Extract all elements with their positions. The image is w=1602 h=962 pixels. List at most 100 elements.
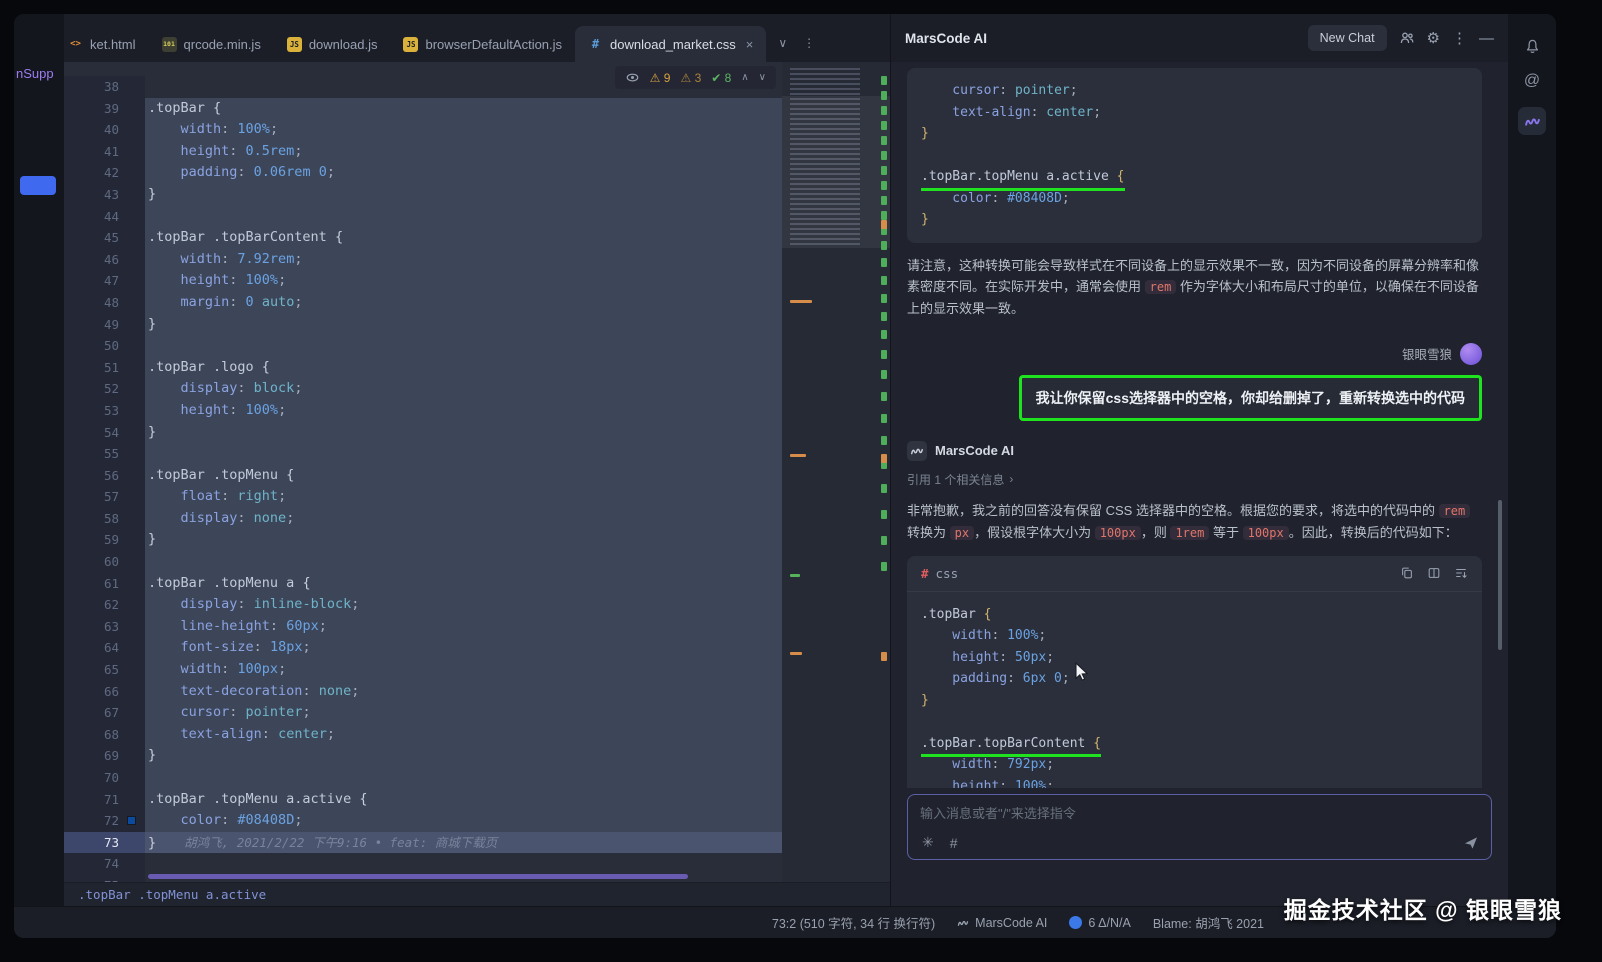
warnings-count[interactable]: ⚠ 9 [650, 71, 671, 85]
code-line-39[interactable]: 39.topBar { [64, 98, 782, 120]
assistant-note-paragraph: 请注意，这种转换可能会导致样式在不同设备上的显示效果不一致，因为不同设备的屏幕分… [907, 255, 1482, 319]
insert-code-icon[interactable] [1454, 566, 1468, 580]
code-line-46[interactable]: 46 width: 7.92rem; [64, 249, 782, 271]
command-icon[interactable]: ✳ [922, 834, 934, 851]
user-avatar [1460, 343, 1482, 365]
tab-qrcode.min.js[interactable]: 101qrcode.min.js [149, 26, 274, 62]
marscode-ai-panel: MarsCode AI New Chat ⚙ ⋮ — cursor: p [890, 14, 1508, 906]
code-line-59[interactable]: 59} [64, 529, 782, 551]
code-line-72[interactable]: 72 color: #08408D; [64, 810, 782, 832]
weak-warnings-count[interactable]: ⚠ 3 [680, 71, 701, 85]
code-line-40[interactable]: 40 width: 100%; [64, 119, 782, 141]
code-line-48[interactable]: 48 margin: 0 auto; [64, 292, 782, 314]
left-strip-label[interactable]: nSupp [16, 66, 62, 81]
code-line-41[interactable]: 41 height: 0.5rem; [64, 141, 782, 163]
tab-list-chevron-down-icon[interactable]: ∨ [778, 36, 787, 50]
code-line-54[interactable]: 54} [64, 422, 782, 444]
chat-panel-title: MarsCode AI [905, 31, 987, 46]
check-icon: ✔ [711, 71, 721, 85]
code-line-55[interactable]: 55 [64, 443, 782, 465]
tab-download_market.css[interactable]: #download_market.css× [575, 26, 766, 62]
chat-panel-header: MarsCode AI New Chat ⚙ ⋮ — [891, 14, 1508, 62]
left-strip-active-indicator[interactable] [20, 176, 56, 195]
code-line-53[interactable]: 53 height: 100%; [64, 400, 782, 422]
code-line-51[interactable]: 51.topBar .logo { [64, 357, 782, 379]
code-line-66[interactable]: 66 text-decoration: none; [64, 681, 782, 703]
breadcrumb[interactable]: .topBar .topMenu a.active [64, 882, 890, 906]
minjs-file-icon: 101 [162, 37, 177, 52]
minimize-icon[interactable]: — [1479, 31, 1494, 46]
more-kebab-icon[interactable]: ⋮ [1452, 31, 1467, 46]
prev-issue-chevron-up-icon[interactable]: ∧ [741, 72, 748, 83]
code-line-73[interactable]: 73}胡鸿飞, 2021/2/22 下午9:16 • feat: 商城下载页 [64, 832, 782, 854]
chat-code-top-lines: cursor: pointer; text-align: center;}.to… [907, 68, 1482, 243]
send-icon[interactable] [1463, 835, 1479, 851]
code-line-61[interactable]: 61.topBar .topMenu a { [64, 573, 782, 595]
horizontal-scrollbar[interactable] [148, 874, 688, 879]
tab-options-kebab-icon[interactable]: ⋮ [803, 36, 815, 50]
code-line-70[interactable]: 70 [64, 767, 782, 789]
status-changes[interactable]: 6 Δ/N/A [1069, 916, 1130, 930]
code-editor[interactable]: 3839.topBar {40 width: 100%;41 height: 0… [64, 62, 782, 882]
chat-input[interactable] [920, 806, 1395, 821]
tab-browserDefaultAction.js[interactable]: JSbrowserDefaultAction.js [390, 26, 575, 62]
minimap-viewport[interactable] [782, 96, 890, 248]
changes-icon [1069, 916, 1082, 929]
close-tab-icon[interactable]: × [746, 37, 754, 52]
notifications-bell-icon[interactable] [1524, 38, 1541, 55]
code-line-62[interactable]: 62 display: inline-block; [64, 594, 782, 616]
inspections-widget[interactable]: ⚠ 9 ⚠ 3 ✔ 8 ∧ ∨ [615, 66, 776, 89]
status-marscode[interactable]: MarsCode AI [957, 916, 1047, 930]
code-line-47[interactable]: 47 height: 100%; [64, 270, 782, 292]
warning-icon: ⚠ [650, 71, 661, 85]
assistant-name: MarsCode AI [935, 443, 1014, 458]
code-line-67[interactable]: 67 cursor: pointer; [64, 702, 782, 724]
code-line-44[interactable]: 44 [64, 206, 782, 228]
context-hash-icon[interactable]: # [950, 835, 958, 851]
chat-code-bottom-lines: .topBar { width: 100%; height: 50px; pad… [907, 592, 1482, 789]
caret-position[interactable]: 73:2 (510 字符, 34 行 换行符) [772, 913, 935, 932]
share-users-icon[interactable] [1399, 30, 1415, 46]
code-line-71[interactable]: 71.topBar .topMenu a.active { [64, 789, 782, 811]
editor-body: 3839.topBar {40 width: 100%;41 height: 0… [64, 62, 890, 882]
next-issue-chevron-down-icon[interactable]: ∨ [759, 72, 766, 83]
chat-messages: cursor: pointer; text-align: center;}.to… [891, 62, 1508, 788]
code-line-58[interactable]: 58 display: none; [64, 508, 782, 530]
chat-code-block-top: cursor: pointer; text-align: center;}.to… [907, 68, 1482, 243]
tab-download.js[interactable]: JSdownload.js [274, 26, 391, 62]
code-line-50[interactable]: 50 [64, 335, 782, 357]
color-swatch[interactable] [127, 816, 136, 825]
code-line-60[interactable]: 60 [64, 551, 782, 573]
code-line-43[interactable]: 43} [64, 184, 782, 206]
reference-toggle[interactable]: 引用 1 个相关信息 › [907, 471, 1482, 488]
ide-window: nSupp <>ket.html101qrcode.min.jsJSdownlo… [14, 14, 1556, 938]
highlighting-eye-icon[interactable] [625, 70, 640, 85]
code-line-74[interactable]: 74 [64, 853, 782, 875]
code-line-63[interactable]: 63 line-height: 60px; [64, 616, 782, 638]
code-line-64[interactable]: 64 font-size: 18px; [64, 637, 782, 659]
assistant-message-header: MarsCode AI [907, 441, 1482, 461]
html-file-icon: <> [68, 37, 83, 52]
code-line-49[interactable]: 49} [64, 314, 782, 336]
chat-input-box[interactable]: ✳ # [907, 794, 1492, 860]
code-line-52[interactable]: 52 display: block; [64, 378, 782, 400]
watermark: 掘金技术社区 @ 银眼雪狼 [1284, 891, 1562, 925]
mention-icon[interactable]: @ [1524, 73, 1540, 89]
code-line-57[interactable]: 57 float: right; [64, 486, 782, 508]
marscode-tool-window-icon[interactable] [1518, 107, 1546, 135]
code-line-68[interactable]: 68 text-align: center; [64, 724, 782, 746]
diff-code-icon[interactable] [1427, 566, 1441, 580]
code-line-65[interactable]: 65 width: 100px; [64, 659, 782, 681]
copy-code-icon[interactable] [1400, 566, 1414, 580]
code-line-56[interactable]: 56.topBar .topMenu { [64, 465, 782, 487]
marscode-logo-icon [907, 441, 927, 461]
code-line-45[interactable]: 45.topBar .topBarContent { [64, 227, 782, 249]
chat-scrollbar[interactable] [1498, 500, 1502, 650]
code-line-42[interactable]: 42 padding: 0.06rem 0; [64, 162, 782, 184]
settings-gear-icon[interactable]: ⚙ [1427, 31, 1440, 46]
minimap[interactable] [782, 62, 890, 882]
new-chat-button[interactable]: New Chat [1308, 25, 1387, 51]
tab-ket.html[interactable]: <>ket.html [64, 26, 149, 62]
passed-count[interactable]: ✔ 8 [711, 71, 731, 85]
code-line-69[interactable]: 69} [64, 745, 782, 767]
